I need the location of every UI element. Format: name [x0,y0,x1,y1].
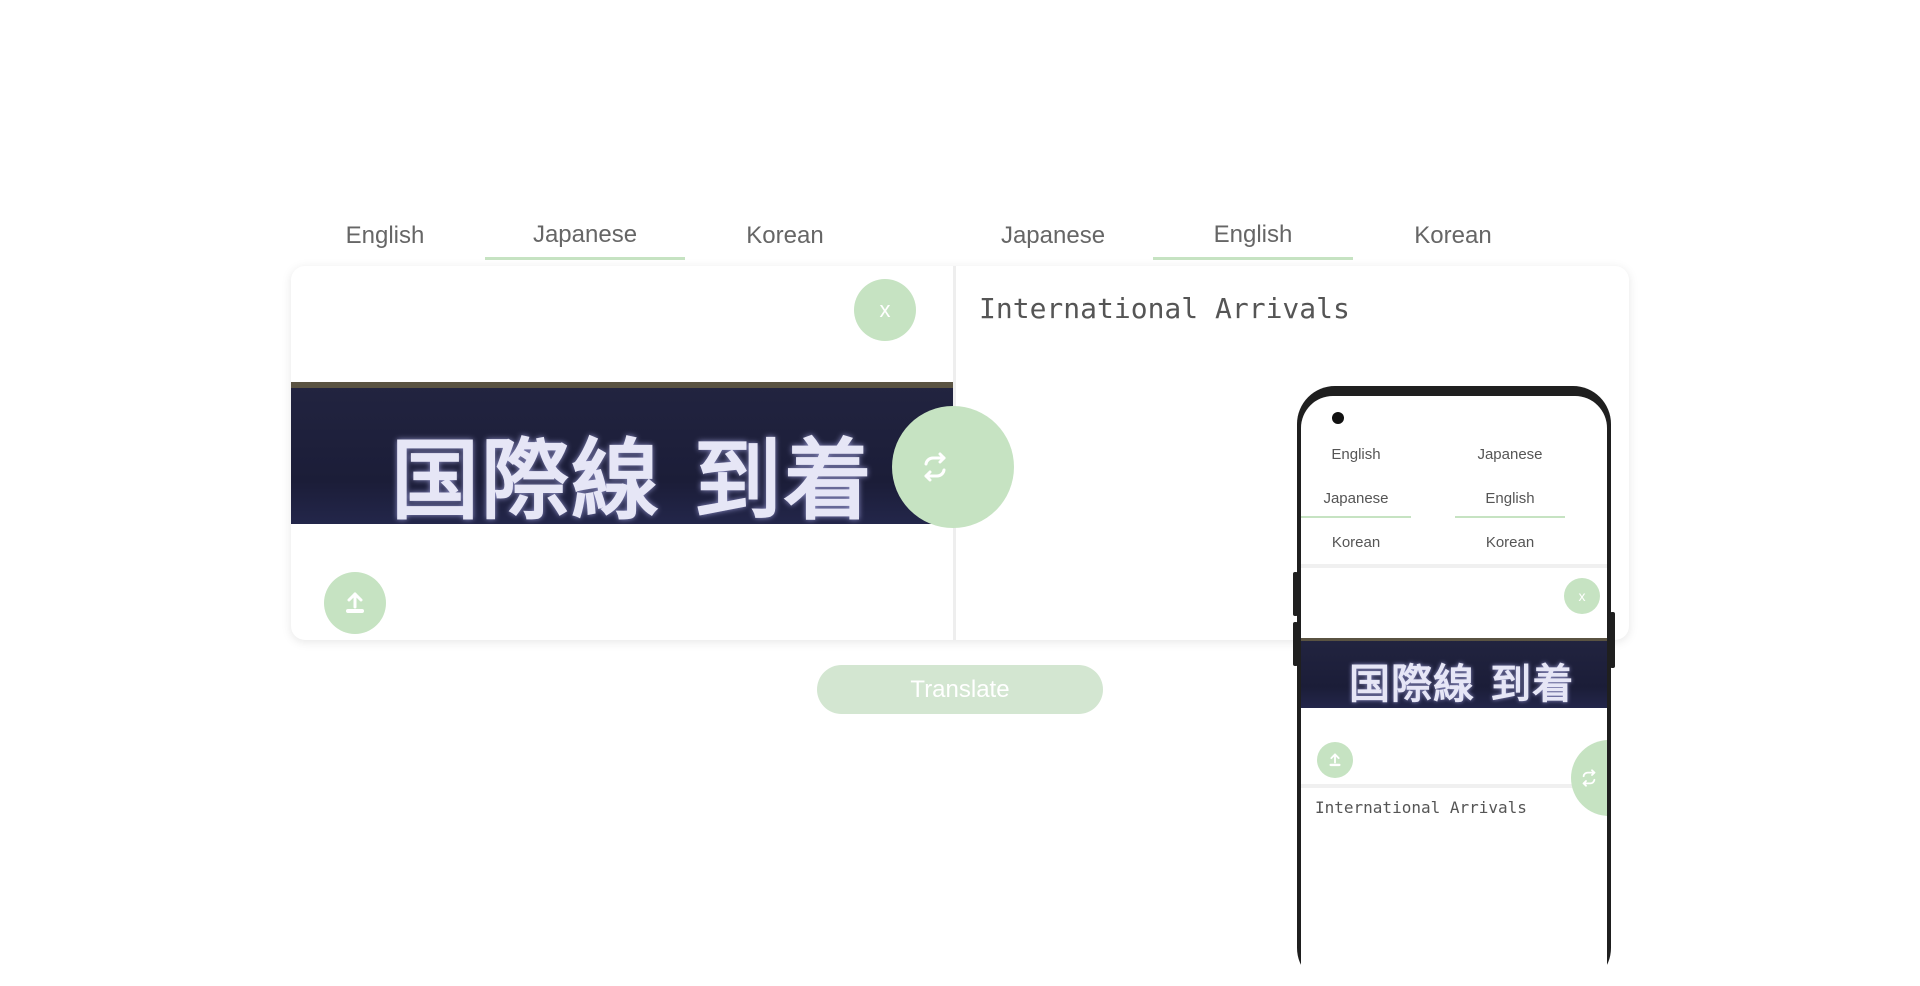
source-tab-english[interactable]: English [285,212,485,260]
source-tab-korean[interactable]: Korean [685,212,885,260]
source-language-tabs: English Japanese Korean [285,212,885,260]
translation-output: International Arrivals [979,292,1350,325]
source-tab-japanese[interactable]: Japanese [485,212,685,260]
mobile-sign-trim [1301,638,1607,641]
swap-icon [1582,769,1596,787]
mobile-sign-text: 国際線 到着 [1349,660,1575,708]
upload-button[interactable] [324,572,386,634]
mobile-clear-button[interactable]: x [1564,578,1600,614]
phone-mockup: English Japanese Korean Japanese English… [1293,386,1615,986]
mobile-source-tab-english[interactable]: English [1301,436,1411,472]
clear-button[interactable]: x [854,279,916,341]
swap-languages-button[interactable] [892,406,1014,528]
mobile-divider [1301,784,1607,788]
mobile-swap-button[interactable] [1571,740,1607,816]
sign-trim [291,382,953,388]
phone-side-button [1293,622,1298,666]
uploaded-sign-image: 国際線 到着 [291,382,953,524]
mobile-target-tab-english[interactable]: English [1455,480,1565,518]
sign-text: 国際線 到着 [391,429,874,524]
mobile-target-tab-korean[interactable]: Korean [1455,524,1565,560]
mobile-divider [1301,564,1607,568]
target-tab-japanese[interactable]: Japanese [953,212,1153,260]
mobile-sign-image: 国際線 到着 [1301,638,1607,708]
upload-icon [1329,753,1341,767]
mobile-target-tab-japanese[interactable]: Japanese [1455,436,1565,472]
mobile-upload-button[interactable] [1317,742,1353,778]
phone-camera [1332,412,1344,424]
target-tab-korean[interactable]: Korean [1353,212,1553,260]
upload-icon [346,592,364,613]
mobile-source-tab-japanese[interactable]: Japanese [1301,480,1411,518]
phone-side-button [1293,572,1298,616]
target-language-tabs: Japanese English Korean [953,212,1553,260]
phone-side-button [1610,612,1615,668]
swap-icon [924,452,946,482]
phone-screen: English Japanese Korean Japanese English… [1301,396,1607,986]
translate-button[interactable]: Translate [817,665,1103,714]
mobile-source-tab-korean[interactable]: Korean [1301,524,1411,560]
target-tab-english[interactable]: English [1153,212,1353,260]
mobile-translation-output: International Arrivals [1315,798,1527,817]
